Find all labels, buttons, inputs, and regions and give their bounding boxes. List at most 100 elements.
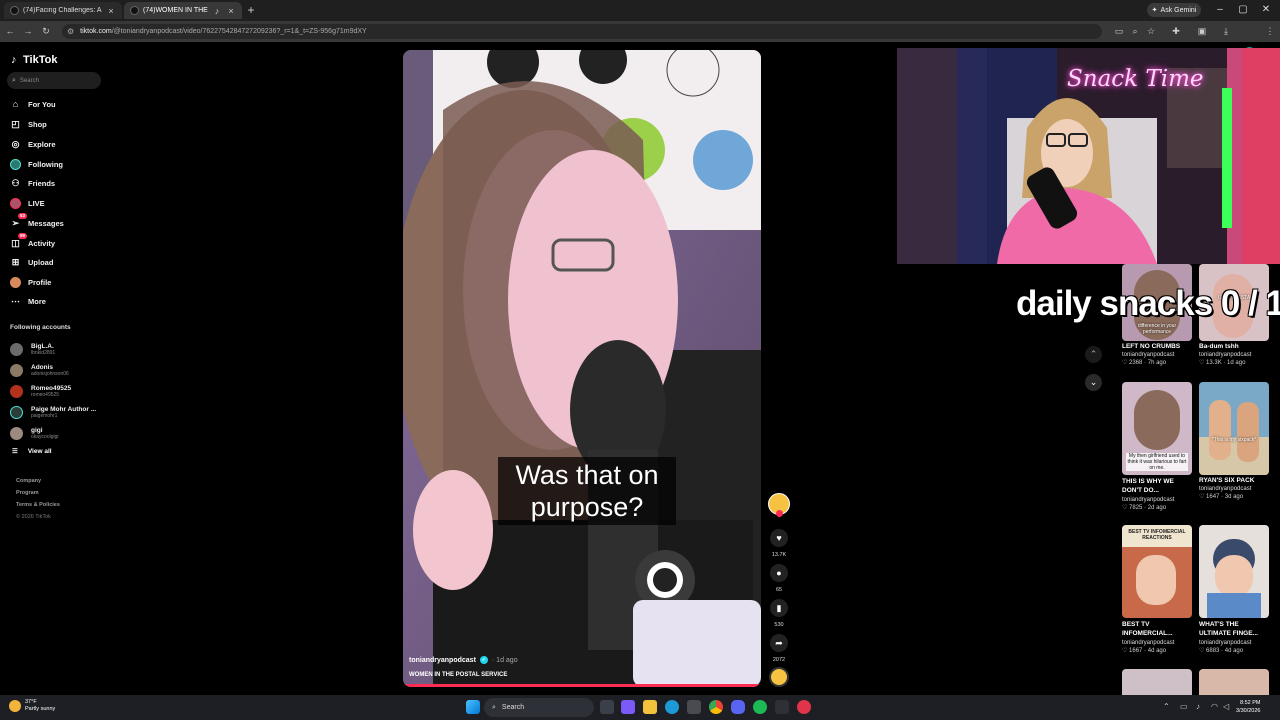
bookmark-star-icon[interactable]: ☆	[1145, 25, 1157, 37]
taskbar-search[interactable]: ⌕ Search	[484, 698, 594, 717]
video-thumbnail[interactable]	[1199, 525, 1269, 618]
task-view-icon[interactable]	[600, 700, 614, 714]
cast-icon[interactable]: ▭	[1113, 25, 1125, 37]
video-thumbnail[interactable]: BEST TV INFOMERCIAL REACTIONS	[1122, 525, 1192, 618]
ask-gemini-button[interactable]: ✦ Ask Gemini	[1147, 3, 1201, 17]
related-video-card[interactable]: BEST TV INFOMERCIAL REACTIONS BEST TV IN…	[1122, 525, 1192, 654]
nav-shop[interactable]: ◰ Shop	[10, 117, 47, 131]
video-thumbnail[interactable]: My then girlfriend used to think it was …	[1122, 382, 1192, 475]
site-info-icon[interactable]: ⚙	[67, 27, 74, 36]
following-account[interactable]: BigL.A. lbnkid2891	[10, 340, 55, 358]
nav-label: For You	[28, 99, 56, 109]
share-button[interactable]: ➦ 2072	[768, 634, 790, 663]
video-thumbnail[interactable]: *This is my sixpack*	[1199, 382, 1269, 475]
xbox-icon[interactable]	[775, 700, 789, 714]
speaker-icon[interactable]: ♪	[212, 6, 222, 16]
following-account[interactable]: Paige Mohr Author ... paigemohr1	[10, 403, 96, 421]
browser-tab-active[interactable]: (74)WOMEN IN THE POSTAL ♪ ×	[124, 2, 242, 19]
following-account[interactable]: Adonis adonisjohnson06	[10, 361, 69, 379]
reload-button[interactable]: ↻	[40, 25, 52, 37]
creator-avatar-button[interactable]	[768, 493, 790, 517]
maximize-button[interactable]: ▢	[1236, 3, 1250, 17]
network-icon[interactable]: ▭	[1180, 702, 1188, 711]
close-tab-icon[interactable]: ×	[226, 6, 236, 16]
heart-outline-icon: ♡	[1199, 648, 1207, 654]
nav-live[interactable]: LIVE	[10, 196, 45, 210]
nav-following[interactable]: Following	[10, 157, 63, 171]
heart-outline-icon: ♡	[1122, 360, 1130, 366]
wifi-icon[interactable]: ◠	[1211, 702, 1218, 711]
new-tab-button[interactable]: +	[244, 3, 258, 17]
save-button[interactable]: ▮ 530	[768, 599, 790, 628]
spotify-icon[interactable]	[753, 700, 767, 714]
comment-bubble-icon: ●	[770, 564, 788, 582]
forward-button[interactable]: →	[22, 25, 34, 37]
nav-profile[interactable]: Profile	[10, 275, 51, 289]
weather-widget[interactable]: 37°F Partly sunny	[9, 699, 55, 713]
tray-chevron-icon[interactable]: ⌃	[1163, 702, 1170, 711]
discord-icon[interactable]	[731, 700, 745, 714]
chrome-icon[interactable]	[709, 700, 723, 714]
zoom-icon[interactable]: ⌕	[1129, 25, 1141, 37]
nav-more[interactable]: ⋯ More	[10, 294, 46, 308]
following-account[interactable]: Romeo49525 romeo49525	[10, 382, 71, 400]
back-button[interactable]: ←	[4, 25, 16, 37]
neon-sign: Snack Time	[1067, 66, 1204, 92]
thumbnail-text: BEST TV INFOMERCIAL REACTIONS	[1128, 529, 1186, 541]
music-disc-icon	[769, 667, 789, 687]
tiktok-favicon-icon	[10, 6, 19, 15]
nav-friends[interactable]: ⚇ Friends	[10, 176, 55, 190]
sun-cloud-icon	[9, 700, 21, 712]
sound-disc-button[interactable]	[768, 667, 790, 687]
windows-start-icon[interactable]	[466, 700, 480, 714]
following-account[interactable]: gigi okaycoolgigi	[10, 424, 59, 442]
close-tab-icon[interactable]: ×	[106, 6, 116, 16]
video-player[interactable]: Was that on purpose? toniandryanpodcast …	[403, 50, 761, 687]
video-author-link[interactable]: toniandryanpodcast	[409, 657, 476, 664]
side-panel-icon[interactable]: ▣	[1196, 25, 1208, 37]
edge-icon[interactable]	[665, 700, 679, 714]
url-field[interactable]: ⚙ tiktok.com/@toniandryanpodcast/video/7…	[62, 24, 1102, 39]
account-handle: paigemohr1	[31, 412, 58, 419]
video-thumbnail[interactable]	[1199, 669, 1269, 695]
app-icon[interactable]	[797, 700, 811, 714]
related-video-card[interactable]: *This is my sixpack* RYAN'S SIX PACK ton…	[1199, 382, 1269, 500]
footer-program-link[interactable]: Program	[16, 490, 39, 496]
thumbnail-text: My then girlfriend used to think it was …	[1126, 453, 1188, 471]
follow-plus-icon[interactable]	[775, 510, 783, 517]
file-explorer-icon[interactable]	[643, 700, 657, 714]
store-icon[interactable]	[687, 700, 701, 714]
scroll-up-button[interactable]: ⌃	[1085, 346, 1102, 363]
related-video-card-partial[interactable]	[1122, 669, 1192, 695]
nav-explore[interactable]: ◎ Explore	[10, 137, 56, 151]
browser-tab[interactable]: (74)Facing Challenges: A Journe ×	[4, 2, 122, 19]
footer-company-link[interactable]: Company	[16, 478, 41, 484]
nav-activity[interactable]: ◫ 99 Activity	[10, 232, 55, 250]
mic-icon[interactable]: ♪	[1196, 702, 1200, 711]
share-arrow-icon: ➦	[770, 634, 788, 652]
footer-terms-link[interactable]: Terms & Policies	[16, 502, 60, 508]
minimize-button[interactable]: –	[1213, 3, 1227, 17]
tiktok-logo[interactable]: ♪ TikTok	[11, 54, 57, 66]
nav-upload[interactable]: ⊞ Upload	[10, 255, 54, 269]
video-stats: ♡ 7825 · 2d ago	[1122, 504, 1192, 511]
downloads-icon[interactable]: ⤓	[1220, 25, 1232, 37]
close-window-button[interactable]: ✕	[1259, 3, 1273, 17]
related-video-card[interactable]: WHAT'S THE ULTIMATE FINGE... toniandryan…	[1199, 525, 1269, 654]
like-button[interactable]: ♥ 13.7K	[768, 529, 790, 558]
extensions-icon[interactable]: ✚	[1170, 25, 1182, 37]
system-clock[interactable]: 8:52 PM 3/30/2026	[1236, 699, 1260, 715]
volume-icon[interactable]: ◁	[1223, 702, 1229, 711]
video-thumbnail[interactable]	[1122, 669, 1192, 695]
scroll-down-button[interactable]: ⌄	[1085, 374, 1102, 391]
video-progress-bar[interactable]	[403, 684, 761, 687]
nav-for-you[interactable]: ⌂ For You	[10, 97, 56, 111]
related-video-card[interactable]: My then girlfriend used to think it was …	[1122, 382, 1192, 511]
related-video-card-partial[interactable]	[1199, 669, 1269, 695]
copilot-icon[interactable]	[621, 700, 635, 714]
view-all-link[interactable]: ☰ View all	[12, 447, 52, 456]
comment-button[interactable]: ● 65	[768, 564, 790, 593]
menu-kebab-icon[interactable]: ⋮	[1264, 25, 1276, 37]
search-input[interactable]: ⌕ Search	[7, 72, 101, 89]
nav-messages[interactable]: ➢ 53 Messages	[10, 212, 64, 230]
